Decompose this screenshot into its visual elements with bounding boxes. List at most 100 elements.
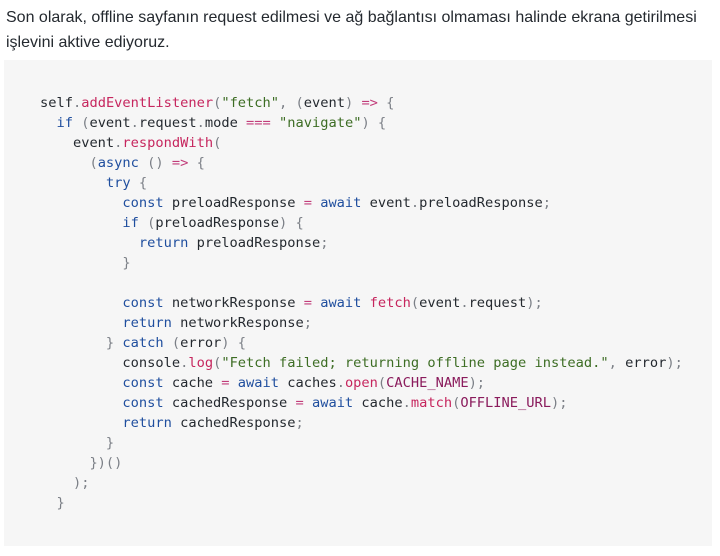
- code-token: addEventListener: [81, 95, 214, 111]
- code-token: CACHE_NAME: [386, 375, 469, 391]
- code-token: networkResponse: [163, 295, 304, 311]
- code-token: ) {: [221, 335, 247, 351]
- code-line: self.addEventListener("fetch", (event) =…: [40, 93, 712, 113]
- code-token: catch: [122, 335, 164, 351]
- code-token: error: [625, 355, 667, 371]
- code-token: request: [138, 115, 197, 131]
- code-token: .: [402, 395, 411, 411]
- code-token: (: [72, 115, 90, 131]
- code-token: =: [303, 295, 312, 311]
- code-token: cache: [353, 395, 403, 411]
- code-token: {: [188, 155, 205, 171]
- code-line: }: [40, 433, 712, 453]
- code-line: (async () => {: [40, 153, 712, 173]
- code-token: ;: [295, 415, 304, 431]
- code-token: =: [221, 375, 230, 391]
- code-token: (: [377, 375, 387, 391]
- code-line: } catch (error) {: [40, 333, 712, 353]
- code-token: return: [122, 415, 172, 431]
- code-token: event: [89, 115, 131, 131]
- code-token: return: [138, 235, 189, 251]
- code-token: return: [122, 315, 172, 331]
- code-line: event.respondWith(: [40, 133, 712, 153]
- code-token: cache: [163, 375, 222, 391]
- code-token: OFFLINE_URL: [460, 395, 551, 411]
- code-token: ===: [246, 115, 271, 131]
- code-token: );: [550, 395, 568, 411]
- code-token: caches: [279, 375, 337, 391]
- code-token: const: [122, 375, 164, 391]
- code-token: log: [188, 355, 214, 371]
- code-token: networkResponse: [171, 315, 304, 331]
- code-token: .: [196, 115, 205, 131]
- code-token: ;: [542, 195, 551, 211]
- code-token: await: [237, 375, 279, 391]
- code-line: const cache = await caches.open(CACHE_NA…: [40, 373, 712, 393]
- code-line: return networkResponse;: [40, 313, 712, 333]
- code-token: ,: [608, 355, 626, 371]
- code-token: );: [468, 375, 486, 391]
- code-line: return cachedResponse;: [40, 413, 712, 433]
- code-token: (: [213, 135, 222, 151]
- code-token: fetch: [369, 295, 411, 311]
- code-token: "fetch": [221, 95, 280, 111]
- code-token: match: [410, 395, 453, 411]
- code-token: const: [122, 195, 164, 211]
- code-token: (): [138, 155, 172, 171]
- code-token: .: [336, 375, 345, 391]
- code-token: preloadResponse: [419, 195, 543, 211]
- code-block: self.addEventListener("fetch", (event) =…: [4, 60, 712, 546]
- code-token: preloadResponse: [163, 195, 304, 211]
- code-token: );: [666, 355, 683, 371]
- code-token: })(): [40, 455, 123, 471]
- code-token: open: [344, 375, 378, 391]
- code-token: (: [410, 295, 420, 311]
- code-token: self: [40, 95, 73, 111]
- code-token: ;: [320, 235, 329, 251]
- code-token: =: [303, 195, 312, 211]
- code-token: await: [320, 195, 362, 211]
- code-token: event: [419, 295, 461, 311]
- code-token: async: [97, 155, 139, 171]
- code-token: "navigate": [279, 115, 362, 131]
- intro-paragraph: Son olarak, offline sayfanın request edi…: [6, 9, 697, 51]
- code-token: error: [180, 335, 222, 351]
- code-token: cachedResponse: [171, 415, 296, 431]
- code-token: preloadResponse: [155, 215, 279, 231]
- code-token: const: [122, 395, 164, 411]
- code-line: }: [40, 493, 712, 513]
- code-token: .: [460, 295, 469, 311]
- code-listing: self.addEventListener("fetch", (event) =…: [40, 93, 712, 513]
- code-line: try {: [40, 173, 712, 193]
- code-token: if: [56, 115, 73, 131]
- code-token: event: [40, 135, 115, 151]
- code-token: {: [130, 175, 148, 191]
- code-token: preloadResponse: [188, 235, 321, 251]
- code-token: .: [72, 95, 82, 111]
- code-token: );: [526, 295, 543, 311]
- code-token: (: [40, 155, 98, 171]
- code-token: cachedResponse: [163, 395, 296, 411]
- code-line: return preloadResponse;: [40, 233, 712, 253]
- code-line: const cachedResponse = await cache.match…: [40, 393, 712, 413]
- code-token: if: [122, 215, 139, 231]
- code-token: .: [410, 195, 420, 211]
- code-token: respondWith: [122, 135, 214, 151]
- code-token: ) {: [361, 115, 387, 131]
- code-token: await: [320, 295, 362, 311]
- code-token: const: [122, 295, 164, 311]
- code-token: , (: [279, 95, 304, 111]
